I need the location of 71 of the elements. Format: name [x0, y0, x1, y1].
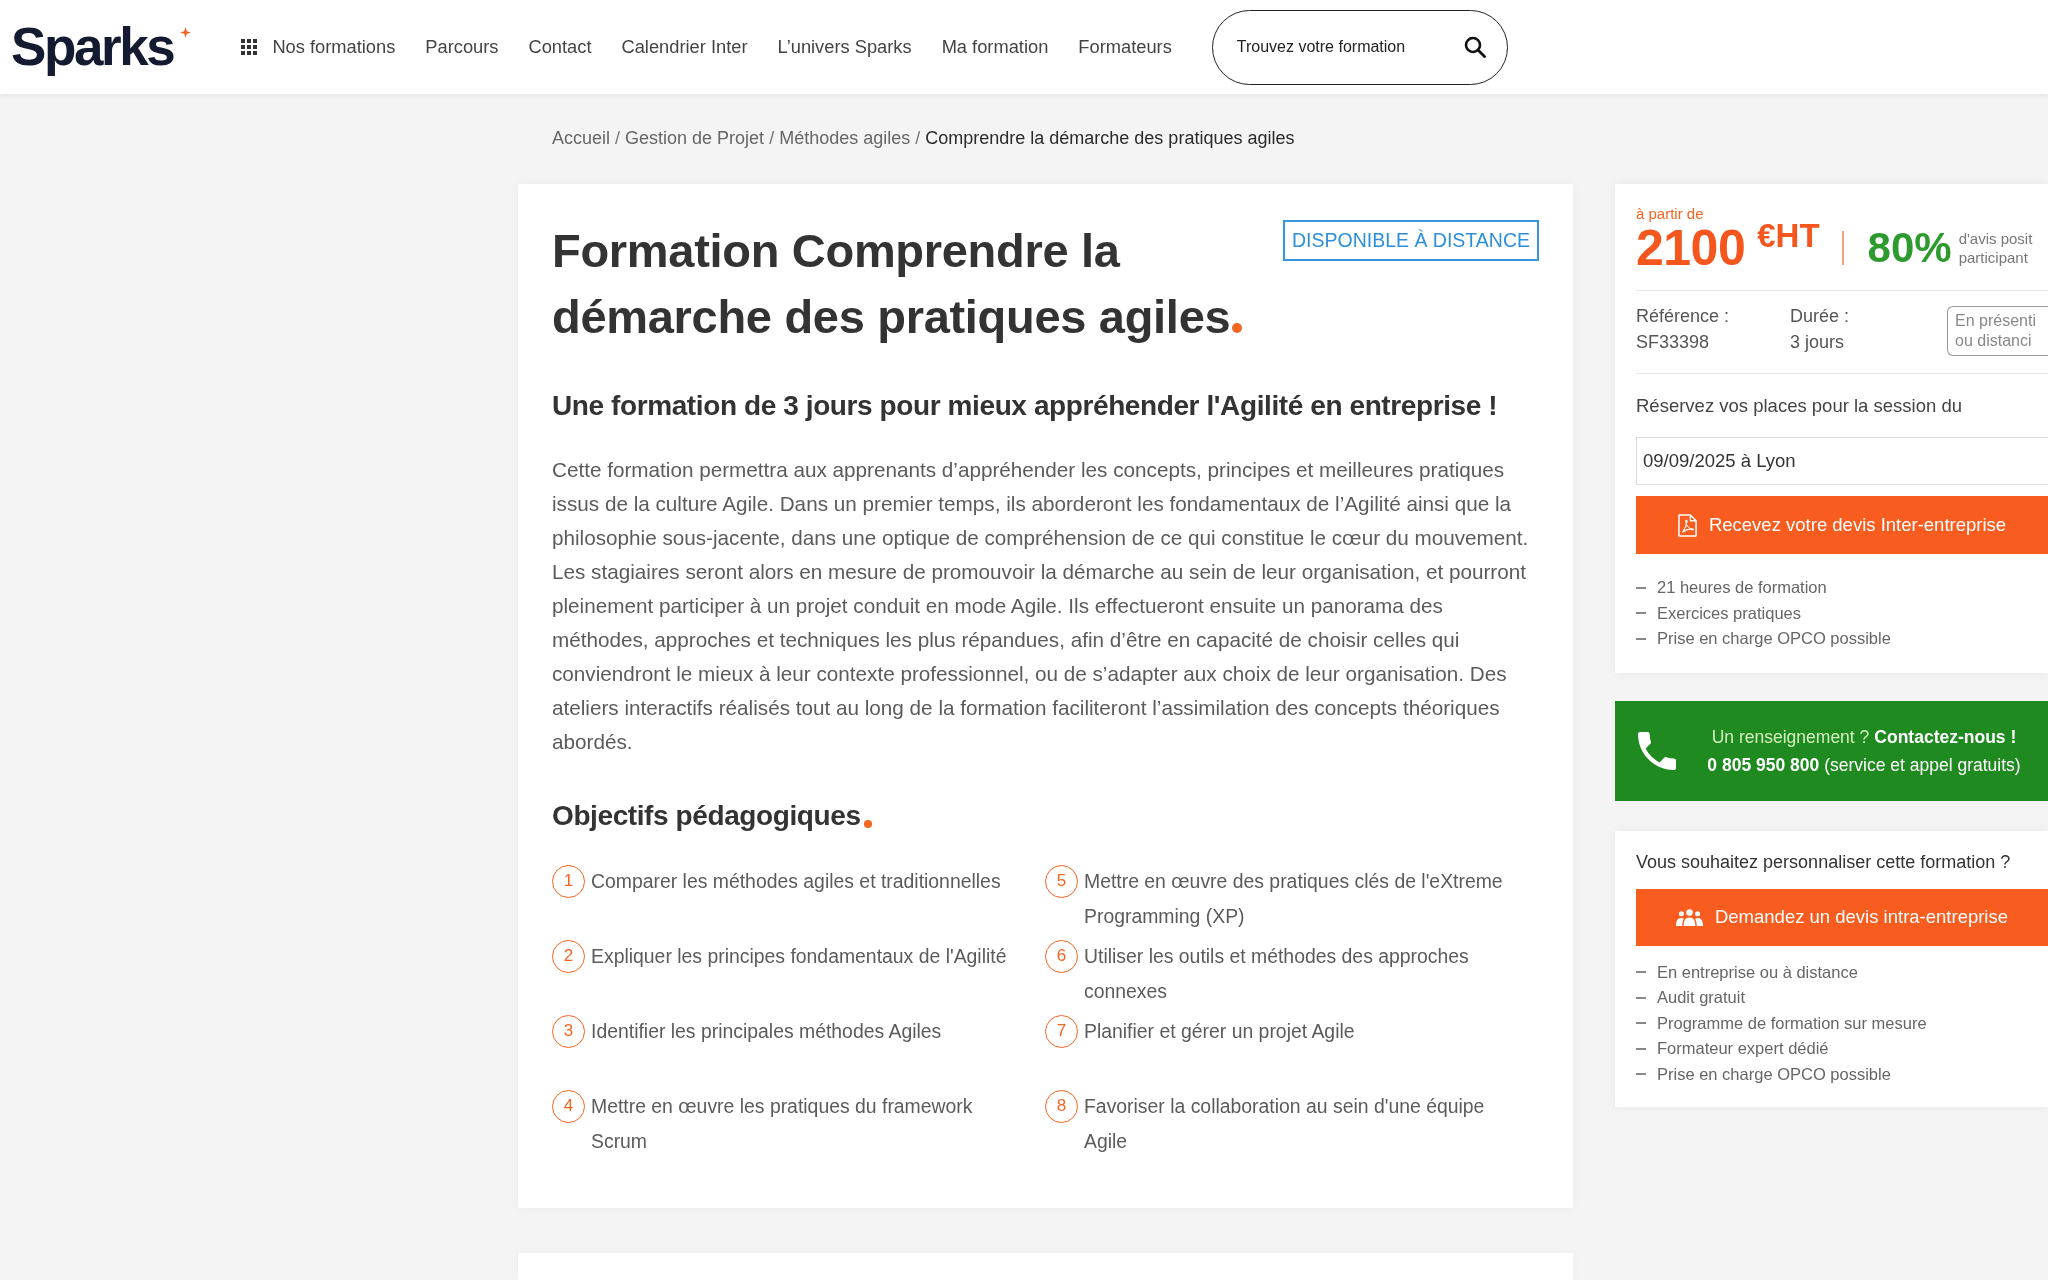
feature-text: 21 heures de formation: [1657, 577, 1827, 598]
feature-text: Programme de formation sur mesure: [1657, 1012, 1927, 1034]
objective-text: Comparer les méthodes agiles et traditionnelles: [591, 869, 1002, 894]
dot-icon: [1232, 323, 1243, 333]
rating-caption: participant: [1958, 248, 2029, 267]
section-heading: Objectifs pédagogiques: [552, 800, 861, 831]
detail-label: Référence :: [1636, 305, 1731, 328]
search-icon[interactable]: [1463, 35, 1486, 58]
objective-text: Planifier et gérer un projet Agile: [1084, 1019, 1356, 1044]
feature-text: Audit gratuit: [1657, 987, 1746, 1008]
objective-text: Utiliser les outils et méthodes des approches connexes: [1084, 944, 1470, 1004]
availability-badge: DISPONIBLE À DISTANCE: [1282, 220, 1539, 261]
dash-icon: [1636, 1073, 1646, 1076]
customize-question: Vous souhaitez personnaliser cette formation ?: [1636, 850, 2012, 874]
document-icon: [1677, 513, 1697, 537]
course-subtitle: Une formation de 3 jours pour mieux appréhender l'Agilité en entreprise !: [552, 389, 1499, 423]
dot-icon: [863, 820, 872, 828]
feature-text: Prise en charge OPCO possible: [1657, 628, 1891, 649]
dash-icon: [1636, 1047, 1646, 1050]
feature-text: Exercices pratiques: [1657, 602, 1801, 624]
price-amount: 2100: [1636, 223, 1746, 273]
feature-text: Prise en charge OPCO possible: [1657, 1063, 1891, 1085]
session-label: Réservez vos places pour la session du: [1636, 394, 1963, 418]
breadcrumb-separator: /: [769, 128, 775, 148]
format-text: ou distanci: [1955, 331, 2033, 351]
objective-text: Favoriser la collaboration au sein d'une équipe Agile: [1084, 1094, 1486, 1154]
feature-text: En entreprise ou à distance: [1657, 961, 1858, 983]
search-field[interactable]: Trouvez votre formation: [1211, 9, 1508, 85]
menu-button[interactable]: Nos formations: [241, 35, 396, 59]
dash-icon: [1636, 1022, 1646, 1025]
course-title: Formation Comprendre la démarche des pratiques agiles: [552, 224, 1231, 343]
breadcrumb-separator: /: [915, 128, 921, 148]
nav-link[interactable]: Calendrier Inter: [621, 35, 748, 59]
phone-text: 0 805 950 800 (service et appel gratuits): [1706, 753, 2022, 777]
detail-label: Durée :: [1790, 305, 1851, 328]
grid-icon: [241, 39, 258, 55]
price-currency: €HT: [1757, 219, 1820, 252]
price-prefix: à partir de: [1636, 205, 1705, 223]
logo-text[interactable]: Sparks: [11, 17, 174, 77]
nav-link[interactable]: Contact: [528, 35, 592, 59]
session-select[interactable]: 09/09/2025 à Lyon: [1636, 437, 2048, 485]
sparkle-icon: [180, 27, 192, 38]
group-icon: [1675, 908, 1703, 926]
objective-text: Expliquer les principes fondamentaux de l'Agilité: [591, 944, 1008, 969]
objective-text: Mettre en œuvre des pratiques clés de l'eXtreme Programming (XP): [1084, 869, 1504, 929]
nav-link[interactable]: Formateurs: [1078, 35, 1172, 59]
detail-value: 3 jours: [1790, 331, 1846, 354]
dash-icon: [1636, 971, 1646, 974]
breadcrumb-link[interactable]: Accueil: [552, 128, 611, 148]
objective-text: Identifier les principales méthodes Agiles: [591, 1019, 943, 1044]
breadcrumb-link[interactable]: Méthodes agiles: [779, 128, 911, 148]
rating-caption: d'avis posit: [1958, 229, 2033, 248]
format-text: En présenti: [1955, 311, 2037, 331]
contact-question: Un renseignement ?: [1711, 726, 1870, 747]
breadcrumb-separator: /: [615, 128, 621, 148]
breadcrumb-link[interactable]: Gestion de Projet: [625, 128, 765, 148]
feature-text: Formateur expert dédié: [1657, 1038, 1829, 1059]
dash-icon: [1636, 586, 1646, 589]
nav-link[interactable]: L’univers Sparks: [777, 35, 912, 59]
nav-link[interactable]: Parcours: [425, 35, 499, 59]
course-description: Cette formation permettra aux apprenants d’appréhender les concepts, principes et meilleures pratiques issus de la culture Agile. Dans un premier temps, ils aborderont les fondamentaux de l’Agilité ainsi que la philosophie sous-jacente, dans une optique de compréhension de ce qui constitue le cœur du mouvement. Les stagiaires seront alors en mesure de promouvoir la démarche au sein de leur organisation, et pourront pleinement participer à un projet conduit en mode Agile. Ils effectueront ensuite un panorama des méthodes, approches et techniques les plus répandues, afin d’être en capacité de choisir celles qui conviendront le mieux à leur contexte professionnel, ou de s’adapter aux choix de leur organisation. Des ateliers interactifs réalisés tout au long de la formation faciliteront l’assimilation des concepts théoriques abordés.: [552, 457, 1530, 755]
dash-icon: [1636, 637, 1646, 640]
dash-icon: [1636, 996, 1646, 999]
contact-link[interactable]: Contactez-nous !: [1874, 726, 2017, 747]
nav-link[interactable]: Ma formation: [941, 35, 1049, 59]
detail-value: SF33398: [1636, 331, 1711, 354]
breadcrumb-current: Comprendre la démarche des pratiques agiles: [925, 128, 1295, 148]
dash-icon: [1636, 612, 1646, 615]
objective-text: Mettre en œuvre les pratiques du framework Scrum: [591, 1094, 974, 1154]
phone-icon: [1638, 731, 1676, 770]
rating-value: 80%: [1867, 226, 1952, 270]
